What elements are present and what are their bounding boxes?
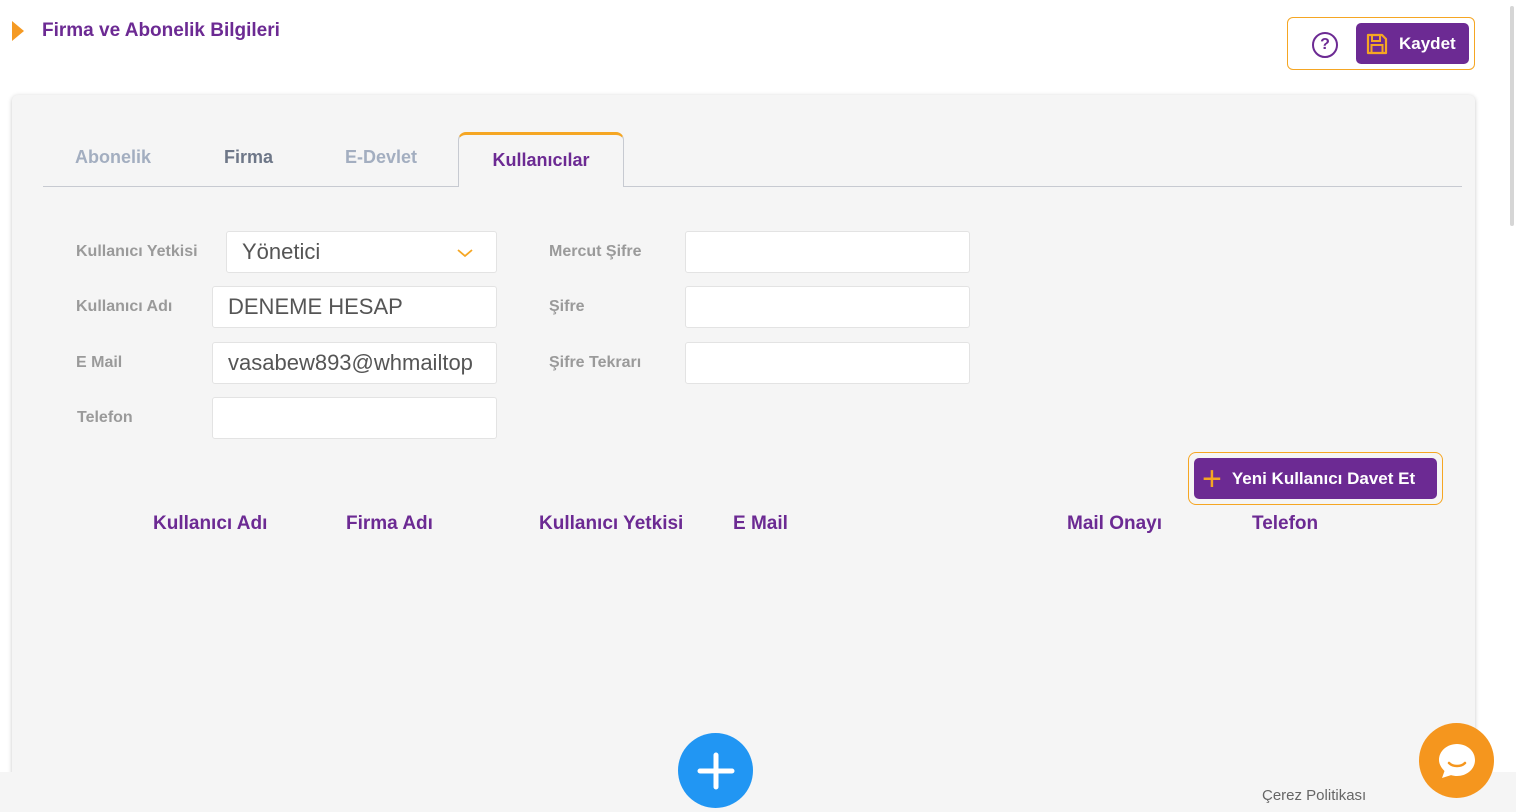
scrollbar-thumb[interactable] [1510,6,1514,226]
invite-user-button-label: Yeni Kullanıcı Davet Et [1231,468,1416,488]
chevron-down-icon [457,249,473,258]
password-label: Şifre [549,298,585,315]
page-header: Firma ve Abonelik Bilgileri [12,20,280,42]
table-header-username[interactable]: Kullanıcı Adı [153,513,267,535]
floppy-disk-icon [1366,33,1388,54]
page-title: Firma ve Abonelik Bilgileri [42,20,280,41]
plus-icon: + [1202,459,1222,498]
cookie-policy-link[interactable]: Çerez Politikası [1262,787,1366,804]
email-label: E Mail [76,354,123,371]
tab-firma[interactable]: Firma [224,147,273,168]
save-button-label: Kaydet [1399,33,1456,53]
tab-kullanicilar-label: Kullanıcılar [492,149,590,170]
chat-widget-button[interactable] [1419,723,1494,798]
tab-kullanicilar[interactable]: Kullanıcılar [458,132,624,187]
username-label: Kullanıcı Adı [76,298,173,315]
tab-e-devlet[interactable]: E-Devlet [345,147,417,168]
table-header-phone[interactable]: Telefon [1252,513,1318,535]
password-repeat-input[interactable] [685,342,970,384]
role-label: Kullanıcı Yetkisi [76,243,198,260]
tabs-divider [43,186,1462,187]
email-input[interactable]: vasabew893@whmailtop [212,342,497,384]
floating-add-button[interactable] [678,733,753,808]
role-select-value: Yönetici [242,239,321,264]
phone-label: Telefon [77,409,133,426]
role-select[interactable]: Yönetici [226,231,497,273]
phone-input[interactable] [212,397,497,439]
question-circle-icon: ? [1320,36,1330,53]
table-header-role[interactable]: Kullanıcı Yetkisi [539,513,683,535]
plus-icon [697,752,734,789]
triangle-right-icon [12,21,24,41]
tab-abonelik[interactable]: Abonelik [75,147,151,168]
content-card: Abonelik Firma E-Devlet Kullanıcılar Kul… [12,95,1475,795]
username-value: DENEME HESAP [228,294,403,319]
current-password-label: Mercut Şifre [549,243,642,260]
password-repeat-label: Şifre Tekrarı [549,354,642,371]
save-button[interactable]: Kaydet [1356,23,1469,64]
current-password-input[interactable] [685,231,970,273]
page-scrollbar[interactable] [1508,0,1516,230]
header-actions: ? Kaydet [1287,17,1475,70]
password-input[interactable] [685,286,970,328]
help-button[interactable]: ? [1312,32,1338,58]
footer: Çerez Politikası [0,772,1516,812]
table-header-company[interactable]: Firma Adı [346,513,433,535]
email-value: vasabew893@whmailtop [228,350,473,375]
invite-user-button[interactable]: + Yeni Kullanıcı Davet Et [1194,458,1437,499]
table-header-mail-confirmation[interactable]: Mail Onayı [1067,513,1162,535]
chat-bubble-icon [1438,743,1475,778]
invite-button-frame: + Yeni Kullanıcı Davet Et [1188,452,1443,505]
table-header-email[interactable]: E Mail [733,513,788,535]
username-input[interactable]: DENEME HESAP [212,286,497,328]
